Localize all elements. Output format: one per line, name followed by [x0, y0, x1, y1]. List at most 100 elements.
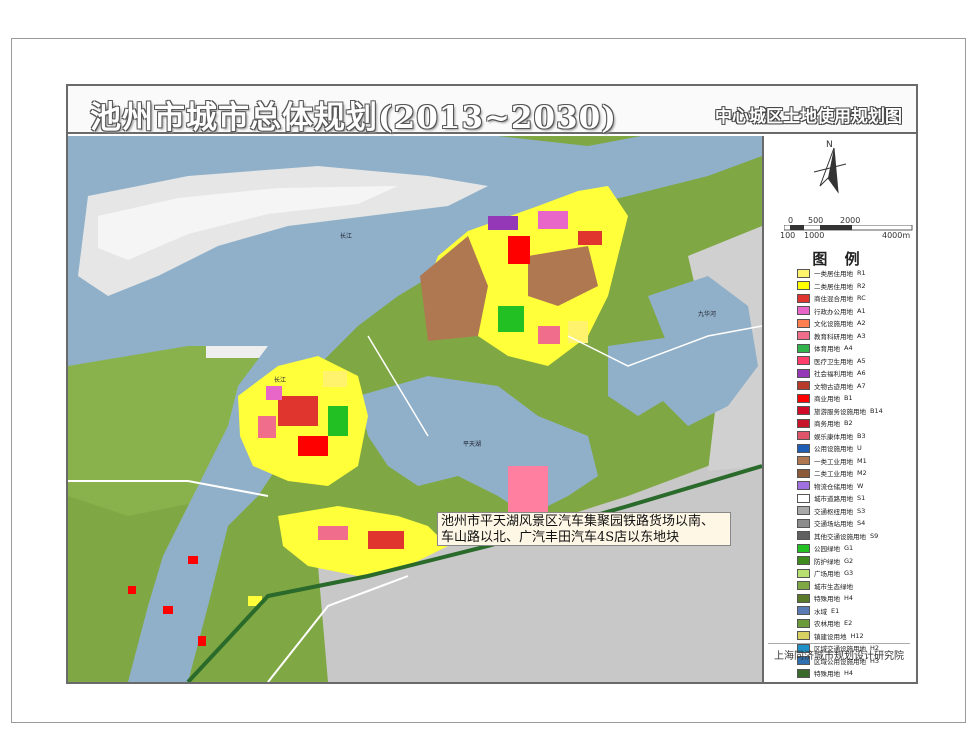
- legend-code: R2: [857, 281, 866, 290]
- legend-label: 二类工业用地: [814, 470, 853, 479]
- district-block: [318, 526, 348, 540]
- legend-label: 体育用地: [814, 345, 840, 354]
- map-frame: 池州市城市总体规划(2013~2030) 中心城区土地使用规划图 长江 长江 平…: [66, 84, 918, 684]
- legend-item: 一类居住用地 R1: [797, 267, 915, 280]
- scale-tick-label: 500: [808, 216, 824, 225]
- annotation-line: 池州市平天湖风景区汽车集聚园铁路货场以南、: [441, 514, 715, 529]
- legend-label: 商业用地: [814, 395, 840, 404]
- legend-code: A6: [857, 369, 866, 378]
- legend-code: S3: [857, 506, 866, 515]
- legend-swatch: [797, 581, 810, 591]
- legend-panel: N 0 500 2000 100 1000 4000m 图 例 一类居住用地 R1…: [762, 136, 916, 682]
- north-arrow-icon: [813, 147, 847, 194]
- legend-label: 教育科研用地: [814, 332, 853, 341]
- legend-code: S1: [857, 494, 866, 503]
- place-label: 九华河: [698, 310, 716, 318]
- legend-swatch: [797, 268, 810, 278]
- legend-label: 交通场站用地: [814, 520, 853, 529]
- legend-code: W: [857, 481, 864, 490]
- legend-item: 城市道路用地 S1: [797, 492, 915, 505]
- place-label: 长江: [340, 232, 352, 240]
- legend-code: H4: [844, 669, 854, 678]
- legend-item: 公用设施用地 U: [797, 442, 915, 455]
- legend-swatch: [797, 456, 810, 466]
- legend-item: 公园绿地 G1: [797, 542, 915, 555]
- district-block: [488, 216, 518, 230]
- legend-label: 水域: [814, 607, 827, 616]
- title-bar: 池州市城市总体规划(2013~2030) 中心城区土地使用规划图: [68, 86, 916, 136]
- map-canvas[interactable]: 长江 长江 平天湖 九华河: [68, 136, 762, 682]
- legend-swatch: [797, 306, 810, 316]
- legend-swatch: [797, 468, 810, 478]
- legend-label: 特殊用地: [814, 670, 840, 679]
- legend-item: 交通场站用地 S4: [797, 517, 915, 530]
- legend-item: 旅游服务设施用地 B14: [797, 405, 915, 418]
- legend-code: R1: [857, 269, 866, 278]
- legend-swatch: [797, 281, 810, 291]
- district-block: [508, 466, 548, 516]
- legend-code: A7: [857, 381, 866, 390]
- legend-item: 广场用地 G3: [797, 567, 915, 580]
- district-block: [368, 531, 404, 549]
- legend-swatch: [797, 668, 810, 678]
- legend-item: 社会福利用地 A6: [797, 367, 915, 380]
- legend-swatch: [797, 593, 810, 603]
- legend-swatch: [797, 318, 810, 328]
- legend-swatch: [797, 331, 810, 341]
- legend-label: 镇建设用地: [814, 632, 847, 641]
- legend-item: 特殊用地 H4: [797, 592, 915, 605]
- legend-item: 特殊用地 H4: [797, 667, 915, 680]
- legend-code: G2: [844, 556, 854, 565]
- legend-item: 商业用地 B1: [797, 392, 915, 405]
- legend-item: 娱乐康体用地 B3: [797, 430, 915, 443]
- legend-item: 一类工业用地 M1: [797, 455, 915, 468]
- place-label: 长江: [274, 376, 286, 384]
- scatter-block: [163, 606, 173, 614]
- legend-code: M1: [857, 456, 867, 465]
- scale-tick-label: 0: [788, 216, 794, 225]
- legend-swatch: [797, 568, 810, 578]
- legend-swatch: [797, 431, 810, 441]
- place-label: 平天湖: [463, 440, 481, 448]
- legend-code: U: [857, 444, 862, 453]
- legend-label: 文物古迹用地: [814, 382, 853, 391]
- legend-swatch: [797, 531, 810, 541]
- legend-swatch: [797, 556, 810, 566]
- legend-swatch: [797, 368, 810, 378]
- legend-label: 物流仓储用地: [814, 482, 853, 491]
- legend-swatch: [797, 293, 810, 303]
- legend-item: 农林用地 E2: [797, 617, 915, 630]
- legend-item: 物流仓储用地 W: [797, 480, 915, 493]
- legend-swatch: [797, 406, 810, 416]
- legend-label: 广场用地: [814, 570, 840, 579]
- legend-label: 农林用地: [814, 620, 840, 629]
- district-block: [568, 321, 588, 343]
- legend-code: A4: [844, 344, 853, 353]
- legend-label: 公园绿地: [814, 545, 840, 554]
- legend-label: 社会福利用地: [814, 370, 853, 379]
- legend-swatch: [797, 393, 810, 403]
- legend-swatch: [797, 518, 810, 528]
- legend-item: 二类居住用地 R2: [797, 280, 915, 293]
- district-block: [328, 406, 348, 436]
- legend-code: E2: [844, 619, 853, 628]
- legend-code: G3: [844, 569, 854, 578]
- legend-code: B1: [844, 394, 853, 403]
- land-use-map[interactable]: 长江 长江 平天湖 九华河: [68, 136, 762, 682]
- scale-tick-label: 100: [780, 231, 796, 240]
- legend-list: 一类居住用地 R1 二类居住用地 R2 商住混合用地 RC 行政办公用地 A1 文化设施用地 A2…: [797, 267, 915, 680]
- scale-tick-label: 2000: [840, 216, 861, 225]
- legend-code: H4: [844, 594, 854, 603]
- district-block: [538, 211, 568, 229]
- legend-code: RC: [857, 294, 866, 303]
- legend-label: 特殊用地: [814, 595, 840, 604]
- legend-label: 公用设施用地: [814, 445, 853, 454]
- legend-swatch: [797, 493, 810, 503]
- legend-item: 交通枢纽用地 S3: [797, 505, 915, 518]
- legend-swatch: [797, 481, 810, 491]
- legend-swatch: [797, 443, 810, 453]
- legend-swatch: [797, 618, 810, 628]
- legend-label: 行政办公用地: [814, 307, 853, 316]
- legend-code: B14: [870, 406, 883, 415]
- legend-title: 图 例: [812, 250, 866, 268]
